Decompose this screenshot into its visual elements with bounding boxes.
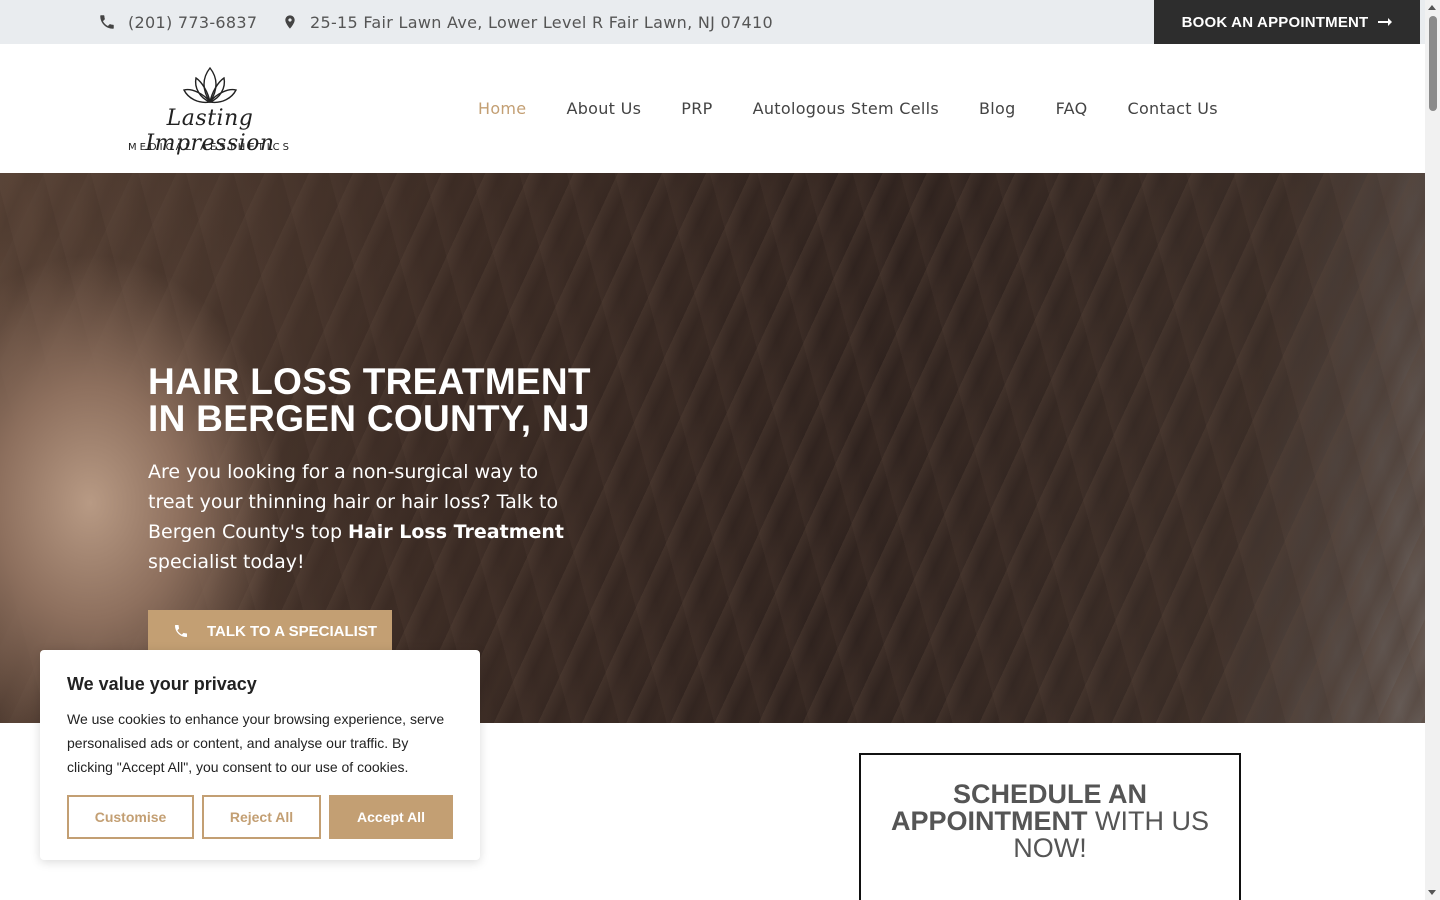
cookie-text: We use cookies to enhance your browsing … [67,711,445,775]
nav-item-home[interactable]: Home [478,99,526,118]
site-header: Lasting Impression MEDICAL AESTHETICS Ho… [0,44,1425,173]
hero-title-line2: IN BERGEN COUNTY, NJ [148,398,590,439]
arrow-right-icon [1378,18,1393,26]
phone-icon [100,15,114,29]
lotus-icon [182,66,238,104]
talk-to-specialist-label: TALK TO A SPECIALIST [207,622,378,640]
topbar-phone-text: (201) 773-6837 [128,12,258,32]
nav-item-contact-us[interactable]: Contact Us [1128,99,1218,118]
schedule-heading: SCHEDULE AN APPOINTMENT WITH US NOW! [861,781,1239,862]
cookie-reject-all-button[interactable]: Reject All [202,795,321,839]
main-nav: Home About Us PRP Autologous Stem Cells … [478,44,1218,173]
scrollbar-thumb[interactable] [1429,16,1437,111]
hero-description: Are you looking for a non-surgical way t… [148,457,588,577]
topbar-address[interactable]: 25-15 Fair Lawn Ave, Lower Level R Fair … [282,0,773,44]
nav-item-about-us[interactable]: About Us [566,99,641,118]
scroll-up-arrow-icon[interactable] [1428,5,1436,10]
book-appointment-button[interactable]: BOOK AN APPOINTMENT [1154,0,1420,44]
book-appointment-label: BOOK AN APPOINTMENT [1181,13,1369,31]
talk-to-specialist-button[interactable]: TALK TO A SPECIALIST [148,610,392,652]
nav-item-autologous-stem-cells[interactable]: Autologous Stem Cells [753,99,939,118]
hero-text-part2: specialist today! [148,551,305,573]
topbar-address-text: 25-15 Fair Lawn Ave, Lower Level R Fair … [310,12,773,32]
hero-title: HAIR LOSS TREATMENT IN BERGEN COUNTY, NJ [148,363,608,437]
cookie-consent-banner: We value your privacy We use cookies to … [40,650,480,860]
site-logo[interactable]: Lasting Impression MEDICAL AESTHETICS [110,62,310,158]
scroll-down-arrow-icon[interactable] [1428,890,1436,895]
logo-subtitle: MEDICAL AESTHETICS [127,142,292,153]
hero-text-bold: Hair Loss Treatment [348,521,564,543]
cookie-title: We value your privacy [67,674,257,694]
cookie-customise-button[interactable]: Customise [67,795,194,839]
hero-title-line1: HAIR LOSS TREATMENT [148,361,591,402]
nav-item-prp[interactable]: PRP [681,99,712,118]
page-scrollbar[interactable] [1425,0,1440,900]
phone-icon [175,625,187,637]
hero-section: HAIR LOSS TREATMENT IN BERGEN COUNTY, NJ… [0,173,1425,723]
nav-item-faq[interactable]: FAQ [1056,99,1088,118]
map-pin-icon [285,15,295,29]
nav-item-blog[interactable]: Blog [979,99,1016,118]
top-bar: (201) 773-6837 25-15 Fair Lawn Ave, Lowe… [0,0,1425,44]
schedule-appointment-box: SCHEDULE AN APPOINTMENT WITH US NOW! [859,753,1241,900]
cookie-accept-all-button[interactable]: Accept All [329,795,453,839]
topbar-phone[interactable]: (201) 773-6837 [98,0,257,44]
